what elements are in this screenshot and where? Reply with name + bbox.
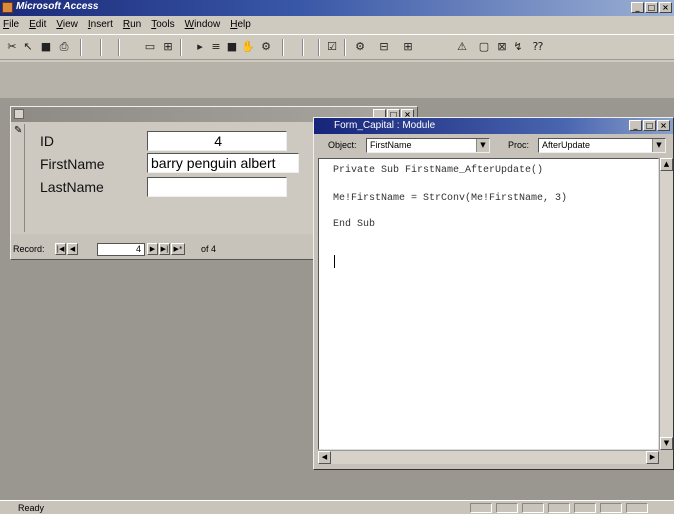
code-line: Me!FirstName = StrConv(Me!FirstName, 3) [333,193,568,204]
reset-icon[interactable]: ■ [224,39,240,55]
object-browser-icon[interactable]: ⚙ [352,39,368,55]
align-icon[interactable]: ≡ [208,39,224,55]
text-caret [334,255,335,268]
module-combo-row: Object: FirstName ▼ Proc: AfterUpdate ▼ [314,136,673,156]
menu-insert[interactable]: Insert [88,17,113,33]
dropdown-arrow-icon[interactable]: ↯ [510,39,526,55]
firstname-label: FirstName [40,156,105,172]
form-icon[interactable] [14,109,24,119]
status-panel [548,503,570,513]
module-close-button[interactable]: × [657,120,670,131]
last-record-button[interactable]: ▶| [159,243,170,255]
save-icon[interactable]: ■ [38,39,54,55]
watch-icon[interactable]: ⚙ [258,39,274,55]
outdent-icon[interactable]: ⊞ [400,39,416,55]
scroll-down-icon[interactable]: ▼ [660,437,673,450]
new-record-button[interactable]: ▶* [171,243,185,255]
vertical-scrollbar[interactable]: ▲ ▼ [659,158,673,450]
status-bar: Ready [0,500,674,514]
object-combo[interactable]: FirstName ▼ [366,138,490,153]
proc-combo[interactable]: AfterUpdate ▼ [538,138,666,153]
analyze-icon[interactable]: ⚠ [454,39,470,55]
toolbar-separator [100,39,102,56]
new-object-icon[interactable]: ⊠ [494,39,510,55]
horizontal-scrollbar[interactable]: ◀ ▶ [318,450,659,464]
pointer-icon[interactable]: ↖ [20,39,36,55]
print-icon[interactable]: ⎙ [56,39,72,55]
status-panel [574,503,596,513]
record-number-input[interactable]: 4 [97,243,145,256]
help-icon[interactable]: ⁇ [530,39,546,55]
previous-record-button[interactable]: ◀ [67,243,78,255]
toolbar-separator [180,39,182,56]
scroll-up-icon[interactable]: ▲ [660,158,673,171]
close-button[interactable]: × [659,2,672,13]
lastname-label: LastName [40,179,104,195]
id-field[interactable]: 4 [147,131,287,151]
toolbar-separator [318,39,320,56]
form-view-icon[interactable]: ▭ [142,39,158,55]
firstname-field[interactable]: barry penguin albert [147,153,299,173]
workspace-upper-band [0,62,674,98]
module-minimize-button[interactable]: _ [629,120,642,131]
scroll-left-icon[interactable]: ◀ [318,451,331,464]
hand-icon[interactable]: ✋ [240,39,256,55]
indent-icon[interactable]: ⊟ [376,39,392,55]
status-panel [600,503,622,513]
status-panel [470,503,492,513]
app-caption-buttons: _ □ × [631,2,672,13]
menu-edit[interactable]: Edit [29,17,46,33]
cut-icon[interactable]: ✂ [4,39,20,55]
id-label: ID [40,133,54,149]
status-panel [522,503,544,513]
lastname-field[interactable] [147,177,287,197]
go-continue-icon[interactable]: ▸ [192,39,208,55]
status-text: Ready [18,503,45,513]
status-panel [626,503,648,513]
toolbar-separator [118,39,120,56]
module-maximize-button[interactable]: □ [643,120,656,131]
menu-window[interactable]: Window [185,17,221,33]
chevron-down-icon[interactable]: ▼ [476,139,489,152]
menu-file[interactable]: File [3,17,19,33]
record-count: of 4 [201,244,217,254]
module-title-bar[interactable]: Form_Capital : Module _ □ × [314,118,673,134]
maximize-button[interactable]: □ [645,2,658,13]
menu-bar: File Edit View Insert Run Tools Window H… [0,17,674,33]
code-editor[interactable]: Private Sub FirstName_AfterUpdate() Me!F… [318,158,659,450]
access-key-icon[interactable] [2,2,13,13]
first-record-button[interactable]: |◀ [55,243,66,255]
toolbar-separator [302,39,304,56]
menu-help[interactable]: Help [230,17,251,33]
app-title-bar: Microsoft Access _ □ × [0,0,674,16]
scroll-right-icon[interactable]: ▶ [646,451,659,464]
menu-view[interactable]: View [56,17,78,33]
record-label: Record: [13,244,45,254]
module-window: Form_Capital : Module _ □ × Object: Firs… [313,117,674,470]
code-line: Private Sub FirstName_AfterUpdate() [333,165,544,176]
menu-run[interactable]: Run [123,17,141,33]
next-record-button[interactable]: ▶ [147,243,158,255]
app-title: Microsoft Access [16,1,99,12]
checkbox-icon[interactable]: ☑ [324,39,340,55]
object-label: Object: [328,140,357,150]
chevron-down-icon[interactable]: ▼ [652,139,665,152]
toolbar-separator [282,39,284,56]
toolbar-separator [80,39,82,56]
proc-combo-value: AfterUpdate [542,140,591,150]
module-caption-buttons: _ □ × [629,120,670,131]
proc-label: Proc: [508,140,530,150]
code-line: End Sub [333,219,376,230]
toolbar-separator [344,39,346,56]
toolbar: ✂ ↖ ■ ⎙ ▭ ⊞ ▸ ≡ ■ ✋ ⚙ ☑ ⚙ ⊟ ⊞ ⚠ ▢ ⊠ ↯ ⁇ [0,34,674,60]
design-view-icon[interactable]: ⊞ [160,39,176,55]
database-window-icon[interactable]: ▢ [476,39,492,55]
record-selector[interactable]: ✎ [13,124,25,232]
pencil-icon: ✎ [14,125,23,136]
menu-tools[interactable]: Tools [151,17,174,33]
module-title: Form_Capital : Module [334,120,436,131]
minimize-button[interactable]: _ [631,2,644,13]
object-combo-value: FirstName [370,140,412,150]
status-panel [496,503,518,513]
